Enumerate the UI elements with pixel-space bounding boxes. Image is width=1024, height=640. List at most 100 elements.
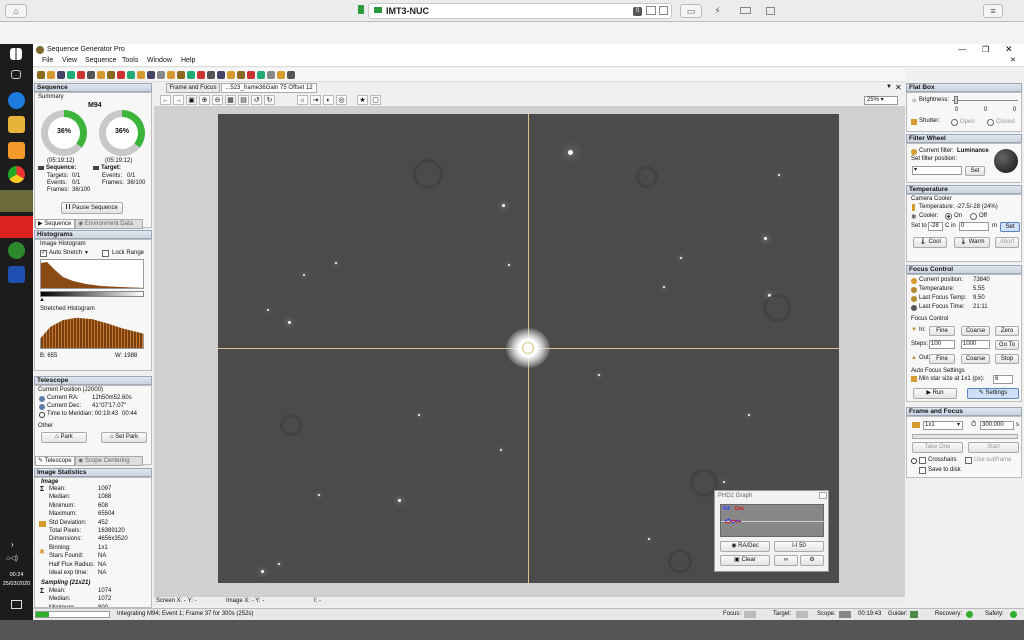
toolbar-tool-icon[interactable] <box>117 71 125 79</box>
shutter-closed-radio[interactable] <box>987 119 994 126</box>
toolbar-tool-icon[interactable] <box>157 71 165 79</box>
viewer-tool-icon[interactable]: ↺ <box>251 95 262 105</box>
take-one-button[interactable]: Take One <box>912 442 963 453</box>
crosshairs-label[interactable]: Crosshairs <box>928 457 957 463</box>
focus-out-fine-button[interactable]: Fine <box>929 354 955 364</box>
viewer-tool-icon[interactable]: ▦ <box>225 95 236 105</box>
save-disk-label[interactable]: Save to disk <box>928 467 961 473</box>
tab-scope-centering[interactable]: ◉ Scope Centering <box>75 456 143 466</box>
clock-time[interactable]: 00:24 <box>0 572 33 578</box>
min-star-input[interactable]: 6 <box>993 375 1013 384</box>
phd2-scale-button[interactable]: I-I 50 <box>774 541 824 552</box>
explorer-icon[interactable] <box>8 116 25 133</box>
viewer-tab-image[interactable]: ...523_frame36Gain 75 Offset 12 <box>221 83 317 93</box>
tab-environment[interactable]: ◉ Environment Data <box>75 219 143 229</box>
menu-window[interactable]: Window <box>147 57 172 64</box>
auto-stretch-dropdown-icon[interactable]: ▼ <box>84 250 89 256</box>
toolbar-tool-icon[interactable] <box>147 71 155 79</box>
start-button[interactable]: Start <box>968 442 1019 453</box>
menu-view[interactable]: View <box>62 57 77 64</box>
windows-start-icon[interactable] <box>10 48 22 60</box>
abort-button[interactable]: Abort <box>995 237 1019 248</box>
pause-sequence-button[interactable]: Pause Sequence <box>61 202 123 214</box>
viewer-tool-icon[interactable]: ⇥ <box>310 95 321 105</box>
viewer-tool-icon[interactable]: ↻ <box>264 95 275 105</box>
toolbar-tool-icon[interactable] <box>127 71 135 79</box>
chrome-icon[interactable] <box>8 166 25 183</box>
binning-select[interactable]: 1x1 ▾ <box>923 421 963 430</box>
viewer-tool-icon[interactable]: ◎ <box>336 95 347 105</box>
viewer-dropdown-icon[interactable]: ▼ <box>886 84 892 90</box>
folder-icon[interactable] <box>646 6 656 15</box>
toolbar-tool-icon[interactable] <box>267 71 275 79</box>
zoom-select[interactable]: 25% ▾ <box>864 96 898 105</box>
viewer-tool-icon[interactable]: ⊕ <box>199 95 210 105</box>
display-icon[interactable] <box>740 7 751 14</box>
menu-help[interactable]: Help <box>181 57 195 64</box>
auto-stretch-checkbox[interactable]: ✓ <box>40 250 47 257</box>
use-subframe-checkbox[interactable] <box>965 457 972 464</box>
tab-telescope[interactable]: ✎ Telescope <box>35 456 75 466</box>
toolbar-tool-icon[interactable] <box>67 71 75 79</box>
save-disk-checkbox[interactable] <box>919 467 926 474</box>
park-button[interactable]: ⌂ Park <box>41 432 87 443</box>
filter-position-select[interactable]: ▾ <box>912 166 962 175</box>
phd2-link-button[interactable]: ∞ <box>774 555 798 566</box>
toolbar-tool-icon[interactable] <box>247 71 255 79</box>
close-icon[interactable]: ✕ <box>1005 44 1013 55</box>
clipboard-icon[interactable] <box>659 6 668 15</box>
focus-stop-button[interactable]: Stop <box>995 354 1019 364</box>
edge-icon[interactable] <box>8 92 25 109</box>
toolbar-tool-icon[interactable] <box>227 71 235 79</box>
autofocus-run-button[interactable]: ▶ Run <box>913 388 957 399</box>
viewer-tool-icon[interactable]: ▣ <box>186 95 197 105</box>
restore-icon[interactable]: ❐ <box>982 45 989 54</box>
menu-button[interactable]: ≡ <box>983 4 1003 18</box>
viewer-tab-frame[interactable]: Frame and Focus <box>166 83 220 93</box>
toolbar-tool-icon[interactable] <box>107 71 115 79</box>
shutter-open-label[interactable]: Open <box>960 119 975 125</box>
temp-set-button[interactable]: Set <box>1000 222 1020 232</box>
toolbar-tool-icon[interactable] <box>237 71 245 79</box>
toolbar-tool-icon[interactable] <box>77 71 85 79</box>
autofocus-settings-button[interactable]: ✎ Settings <box>967 388 1019 399</box>
toolbar-tool-icon[interactable] <box>257 71 265 79</box>
clock-date[interactable]: 25/03/2020 <box>0 581 33 587</box>
cooler-on-label[interactable]: On <box>954 213 962 219</box>
fullscreen-icon[interactable] <box>766 7 775 15</box>
cooler-on-radio[interactable] <box>945 213 952 220</box>
auto-stretch-label[interactable]: Auto Stretch <box>49 250 82 256</box>
toolbar-tool-icon[interactable] <box>137 71 145 79</box>
brightness-slider[interactable] <box>952 96 1018 104</box>
toolbar-tool-icon[interactable] <box>277 71 285 79</box>
set-minutes-input[interactable]: 0 <box>959 222 989 231</box>
toolbar-tool-icon[interactable] <box>207 71 215 79</box>
toolbar-tool-icon[interactable] <box>217 71 225 79</box>
chevron-up-icon[interactable]: › <box>11 540 14 549</box>
task-view-icon[interactable] <box>11 70 21 79</box>
use-subframe-label[interactable]: Use subframe <box>974 457 1011 463</box>
lock-range-checkbox[interactable] <box>102 250 109 257</box>
focus-goto-button[interactable]: Go To <box>995 340 1019 350</box>
viewer-tool-icon[interactable]: ▤ <box>238 95 249 105</box>
toolbar-tool-icon[interactable] <box>87 71 95 79</box>
filter-set-button[interactable]: Set <box>965 166 985 176</box>
sgpro-icon[interactable] <box>0 190 33 212</box>
toolbar-tool-icon[interactable] <box>37 71 45 79</box>
cooler-off-radio[interactable] <box>970 213 977 220</box>
phd2-clear-button[interactable]: ▣ Clear <box>720 555 770 566</box>
viewer-close-icon[interactable]: ✕ <box>895 83 902 92</box>
toolbar-tool-icon[interactable] <box>57 71 65 79</box>
tray-icons[interactable]: ⌂◁) <box>6 554 18 562</box>
viewer-tool-icon[interactable]: ★ <box>357 95 368 105</box>
toolbar-tool-icon[interactable] <box>197 71 205 79</box>
toolbar-tool-icon[interactable] <box>287 71 295 79</box>
focus-in-coarse-button[interactable]: Coarse <box>961 326 990 336</box>
cooler-off-label[interactable]: Off <box>979 213 987 219</box>
set-park-button[interactable]: ⌂ Set Park <box>101 432 147 443</box>
menu-sequence[interactable]: Sequence <box>85 57 117 64</box>
keyboard-button[interactable]: ▭ <box>680 4 702 18</box>
viewer-tool-icon[interactable]: ⊖ <box>212 95 223 105</box>
menu-file[interactable]: File <box>42 57 53 64</box>
steps-coarse-input[interactable]: 1000 <box>961 340 990 349</box>
